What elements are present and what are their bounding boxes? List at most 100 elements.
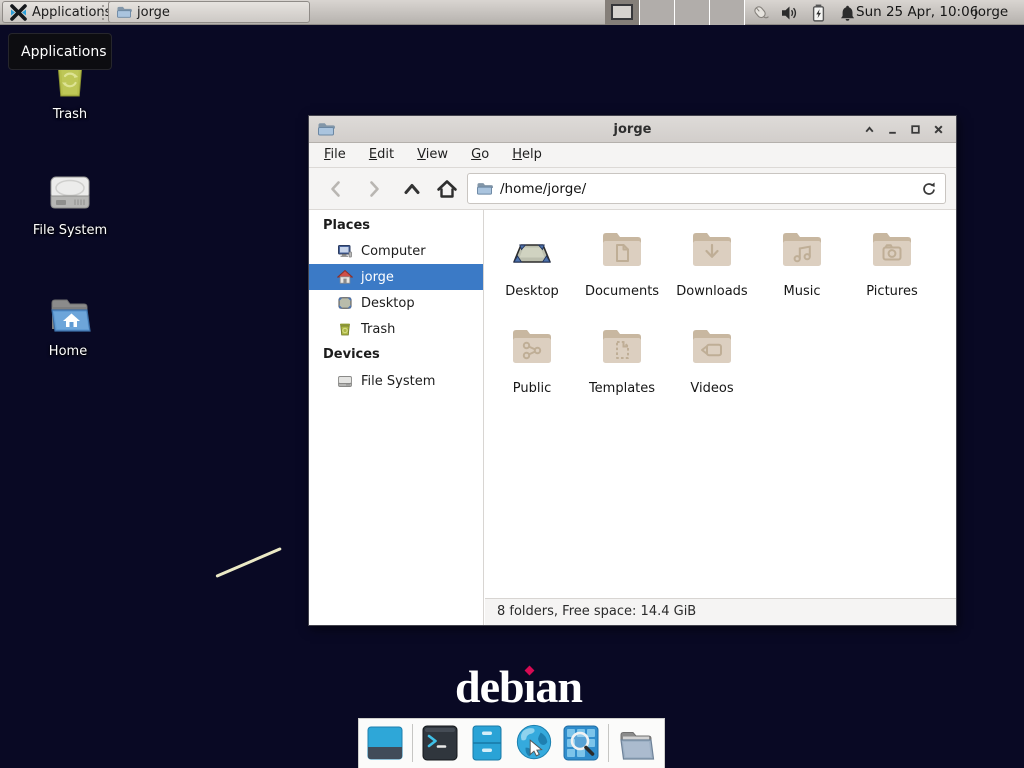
- maximize-button[interactable]: [904, 118, 927, 141]
- volume-icon[interactable]: [779, 3, 799, 23]
- up-button[interactable]: [397, 174, 427, 204]
- file-item-pictures[interactable]: Pictures: [847, 224, 937, 302]
- drive-mini-icon: [337, 373, 353, 389]
- home-button[interactable]: [432, 174, 462, 204]
- workspace-1[interactable]: [605, 0, 640, 25]
- menu-help[interactable]: Help: [503, 143, 551, 167]
- sidebar-item-file-system[interactable]: File System: [309, 368, 483, 394]
- file-item-documents[interactable]: Documents: [577, 224, 667, 302]
- applications-tooltip: Applications: [8, 33, 112, 70]
- file-label: Downloads: [676, 284, 747, 300]
- file-label: Desktop: [505, 284, 559, 300]
- dock-separator: [608, 724, 609, 762]
- file-item-videos[interactable]: Videos: [667, 321, 757, 399]
- home-folder-icon: [45, 293, 91, 335]
- file-item-desktop[interactable]: Desktop: [487, 224, 577, 302]
- toolbar: /home/jorge/: [309, 168, 956, 210]
- pictures-folder-icon: [868, 224, 916, 272]
- file-cabinet-icon: [467, 723, 507, 763]
- file-manager-window: jorge File Edit View Go Help: [308, 115, 957, 626]
- pathbar-folder-icon: [476, 181, 493, 196]
- file-manager-launcher[interactable]: [467, 723, 507, 763]
- house-icon: [337, 269, 353, 285]
- dock: [358, 718, 665, 768]
- desktop-icon-file-system[interactable]: File System: [22, 172, 118, 238]
- file-item-templates[interactable]: Templates: [577, 321, 667, 399]
- file-item-public[interactable]: Public: [487, 321, 577, 399]
- desktop-icon-label: File System: [33, 223, 107, 238]
- notifications-bell-icon[interactable]: [837, 3, 857, 23]
- menu-file[interactable]: File: [315, 143, 355, 167]
- file-item-music[interactable]: Music: [757, 224, 847, 302]
- sidebar-item-label: Desktop: [361, 296, 415, 311]
- taskbar-button-jorge[interactable]: jorge: [108, 1, 310, 23]
- documents-folder-icon: [598, 224, 646, 272]
- panel-user-menu[interactable]: jorge: [974, 0, 1008, 25]
- shade-button[interactable]: [858, 118, 881, 141]
- desktop-icon-label: Trash: [53, 107, 87, 122]
- panel-handle[interactable]: [101, 5, 105, 20]
- sidebar: Places Computer: [309, 210, 484, 625]
- file-label: Music: [784, 284, 821, 300]
- desktop-pad-icon: [508, 224, 556, 272]
- mouse-icon[interactable]: [750, 3, 770, 23]
- sidebar-item-label: File System: [361, 374, 435, 389]
- workspace-window-thumb: [611, 4, 633, 20]
- back-button[interactable]: [321, 174, 351, 204]
- videos-folder-icon: [688, 321, 736, 369]
- public-folder-icon: [508, 321, 556, 369]
- workspace-switcher: [605, 0, 745, 25]
- downloads-folder-icon: [688, 224, 736, 272]
- path-bar[interactable]: /home/jorge/: [467, 173, 946, 204]
- app-finder-icon: [561, 723, 601, 763]
- forward-button[interactable]: [359, 174, 389, 204]
- show-desktop-launcher[interactable]: [365, 723, 405, 763]
- minimize-button[interactable]: [881, 118, 904, 141]
- workspace-2[interactable]: [640, 0, 675, 25]
- sidebar-item-jorge[interactable]: jorge: [309, 264, 483, 290]
- task-folder-icon: [116, 5, 132, 19]
- status-bar: 8 folders, Free space: 14.4 GiB: [485, 598, 956, 625]
- menu-go[interactable]: Go: [462, 143, 498, 167]
- clock[interactable]: Sun 25 Apr, 10:06: [856, 0, 978, 25]
- dock-separator: [412, 724, 413, 762]
- top-panel: Applications jorge: [0, 0, 1024, 25]
- web-browser-launcher[interactable]: [514, 723, 554, 763]
- file-label: Templates: [589, 381, 655, 397]
- file-label: Pictures: [866, 284, 917, 300]
- sidebar-item-trash[interactable]: Trash: [309, 316, 483, 342]
- sidebar-header-places: Places: [309, 214, 483, 238]
- desktop: Trash File System Home d: [0, 0, 1024, 768]
- workspace-3[interactable]: [675, 0, 710, 25]
- stray-line-artifact: [215, 547, 281, 578]
- file-item-downloads[interactable]: Downloads: [667, 224, 757, 302]
- file-label: Videos: [690, 381, 733, 397]
- menu-view[interactable]: View: [408, 143, 457, 167]
- window-folder-icon: [317, 121, 335, 137]
- music-folder-icon: [778, 224, 826, 272]
- application-finder-launcher[interactable]: [561, 723, 601, 763]
- menu-edit[interactable]: Edit: [360, 143, 403, 167]
- folder-launcher[interactable]: [616, 723, 656, 763]
- sidebar-item-computer[interactable]: Computer: [309, 238, 483, 264]
- sidebar-header-devices: Devices: [309, 342, 483, 368]
- file-view: Desktop Documents: [485, 210, 956, 598]
- path-text[interactable]: /home/jorge/: [500, 181, 914, 197]
- applications-x-icon: [10, 4, 27, 21]
- task-label: jorge: [137, 5, 170, 20]
- reload-icon[interactable]: [921, 181, 937, 197]
- workspace-4[interactable]: [710, 0, 745, 25]
- battery-charging-icon[interactable]: [808, 3, 828, 23]
- desktop-pad-icon: [337, 295, 353, 311]
- sidebar-item-label: Computer: [361, 244, 426, 259]
- sidebar-item-desktop[interactable]: Desktop: [309, 290, 483, 316]
- applications-label: Applications: [32, 5, 111, 20]
- desktop-icon-home[interactable]: Home: [20, 293, 116, 359]
- drive-icon: [47, 172, 93, 214]
- file-label: Public: [513, 381, 551, 397]
- computer-icon: [337, 243, 353, 259]
- titlebar[interactable]: jorge: [309, 116, 956, 143]
- globe-browser-icon: [514, 722, 554, 764]
- terminal-launcher[interactable]: [420, 723, 460, 763]
- close-button[interactable]: [927, 118, 950, 141]
